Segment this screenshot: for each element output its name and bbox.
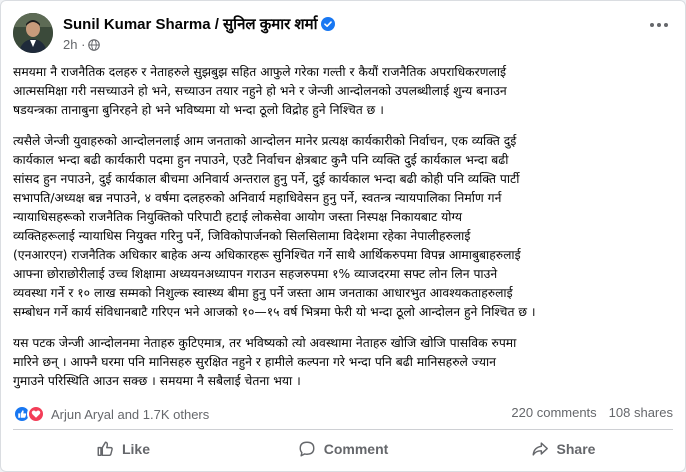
share-label: Share <box>556 441 596 457</box>
post-actions: Like Comment Share <box>13 431 673 467</box>
thumbs-up-icon <box>97 441 113 457</box>
comment-button[interactable]: Comment <box>233 431 453 467</box>
meta-separator: · <box>81 37 86 52</box>
post-paragraph-1: समयमा नै राजनैतिक दलहरु र नेताहरुले सुझब… <box>13 65 507 117</box>
avatar-image <box>13 13 53 53</box>
post-paragraph-2: त्यसैले जेन्जी युवाहरुको आन्दोलनलाई आम ज… <box>13 134 536 319</box>
engagement-counts: 220 comments 108 shares <box>511 405 673 420</box>
share-icon <box>532 442 548 456</box>
avatar[interactable] <box>13 13 53 53</box>
post-meta: 2h · <box>63 37 101 54</box>
reactions-summary[interactable]: Arjun Aryal and 1.7K others <box>13 405 209 423</box>
reactions-text[interactable]: Arjun Aryal and 1.7K others <box>51 407 209 422</box>
comments-count[interactable]: 220 comments <box>511 405 596 420</box>
actions-divider <box>13 429 673 430</box>
love-reaction-icon <box>27 405 45 423</box>
globe-icon[interactable] <box>88 39 101 54</box>
post-time[interactable]: 2h <box>63 37 77 52</box>
comment-icon <box>299 441 315 457</box>
shares-count[interactable]: 108 shares <box>609 405 673 420</box>
like-label: Like <box>121 441 150 457</box>
more-options-icon[interactable] <box>645 15 673 35</box>
author-name-row: Sunil Kumar Sharma / सुनिल कुमार शर्मा <box>63 14 336 35</box>
like-button[interactable]: Like <box>13 431 233 467</box>
author-name[interactable]: Sunil Kumar Sharma / सुनिल कुमार शर्मा <box>63 16 317 33</box>
verified-badge-icon <box>321 17 336 35</box>
post-paragraph-3: यस पटक जेन्जी आन्दोलनमा नेताहरु कुटिएमात… <box>13 336 517 388</box>
comment-label: Comment <box>323 441 389 457</box>
engagement-bar: Arjun Aryal and 1.7K others 220 comments… <box>13 405 673 425</box>
post-card: Sunil Kumar Sharma / सुनिल कुमार शर्मा 2… <box>0 0 686 472</box>
share-button[interactable]: Share <box>453 431 673 467</box>
post-text: समयमा नै राजनैतिक दलहरु र नेताहरुले सुझब… <box>13 63 673 403</box>
post-header: Sunil Kumar Sharma / सुनिल कुमार शर्मा 2… <box>13 13 673 57</box>
